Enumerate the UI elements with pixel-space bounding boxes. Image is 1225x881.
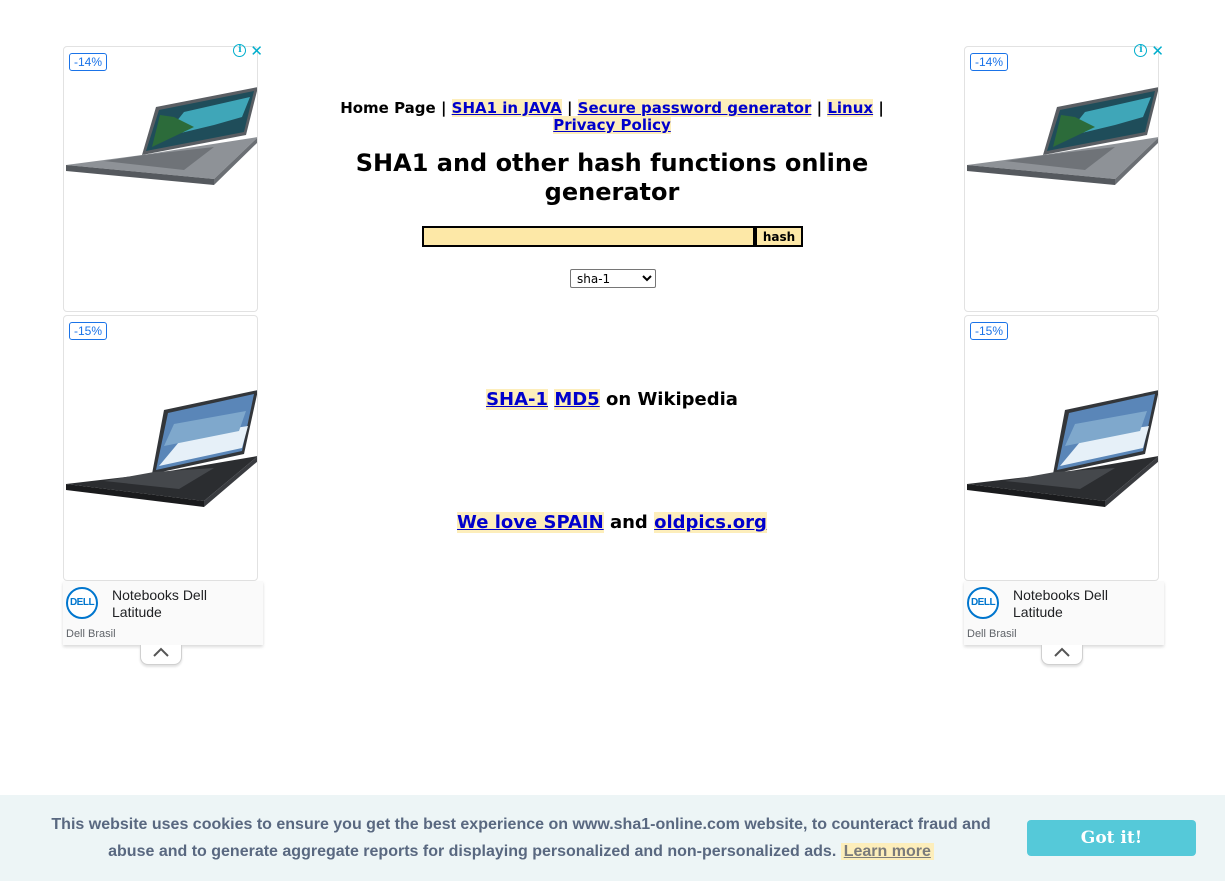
discount-badge: -15% bbox=[970, 322, 1009, 340]
close-icon[interactable]: ✕ bbox=[1151, 43, 1164, 58]
ad-title[interactable]: Notebooks Dell Latitude bbox=[112, 587, 242, 621]
discount-badge: -14% bbox=[970, 53, 1009, 71]
algorithm-select[interactable]: sha-1 bbox=[570, 269, 656, 288]
partner-links: We love SPAIN and oldpics.org bbox=[312, 512, 912, 533]
link-md5-wikipedia[interactable]: MD5 bbox=[554, 389, 600, 410]
nav-separator: | bbox=[566, 99, 573, 117]
info-icon[interactable]: i bbox=[233, 44, 247, 57]
chevron-up-icon bbox=[153, 647, 169, 657]
nav-link-linux[interactable]: Linux bbox=[827, 99, 874, 117]
laptop-image bbox=[967, 390, 1158, 507]
collapse-button[interactable] bbox=[1041, 645, 1083, 665]
discount-badge: -15% bbox=[69, 322, 108, 340]
info-icon[interactable]: i bbox=[1134, 44, 1148, 57]
cookie-consent-bar: This website uses cookies to ensure you … bbox=[0, 795, 1225, 881]
ad-brand: Dell Brasil bbox=[967, 628, 1017, 640]
chevron-up-icon bbox=[1054, 647, 1070, 657]
ad-product-card[interactable]: -15% bbox=[63, 315, 258, 581]
nav-separator: | bbox=[816, 99, 823, 117]
nav-separator: | bbox=[878, 99, 884, 117]
nav-separator: | bbox=[440, 99, 447, 117]
ad-column-left: i ✕ -14% -15% DELL Notebooks Dell Latitu… bbox=[63, 43, 263, 665]
wikipedia-links: SHA-1 MD5 on Wikipedia bbox=[312, 389, 912, 410]
link-we-love-spain[interactable]: We love SPAIN bbox=[457, 512, 604, 533]
hash-form: hash bbox=[422, 226, 803, 247]
close-icon[interactable]: ✕ bbox=[250, 43, 263, 58]
link-oldpics[interactable]: oldpics.org bbox=[654, 512, 767, 533]
hash-text-input[interactable] bbox=[422, 226, 755, 247]
ad-controls: i ✕ bbox=[233, 43, 263, 58]
ad-controls: i ✕ bbox=[1134, 43, 1164, 58]
dell-logo: DELL bbox=[967, 587, 999, 619]
link-sha1-wikipedia[interactable]: SHA-1 bbox=[486, 389, 549, 410]
nav-link-password-generator[interactable]: Secure password generator bbox=[577, 99, 812, 117]
cookie-message: This website uses cookies to ensure you … bbox=[40, 811, 1002, 865]
accept-cookies-button[interactable]: Got it! bbox=[1027, 820, 1196, 856]
dell-logo: DELL bbox=[66, 587, 98, 619]
laptop-image bbox=[66, 87, 257, 185]
advertiser-bar[interactable]: DELL Notebooks Dell Latitude Dell Brasil bbox=[964, 581, 1164, 665]
ad-product-card[interactable]: -14% bbox=[63, 46, 258, 312]
hash-button[interactable]: hash bbox=[755, 226, 803, 247]
laptop-image bbox=[967, 87, 1158, 185]
partner-connector: and bbox=[609, 512, 648, 533]
top-navigation: Home Page | SHA1 in JAVA | Secure passwo… bbox=[312, 99, 912, 134]
ad-brand: Dell Brasil bbox=[66, 628, 116, 640]
ad-title[interactable]: Notebooks Dell Latitude bbox=[1013, 587, 1143, 621]
ad-column-right: i ✕ -14% -15% DELL Notebooks Dell Latitu… bbox=[964, 43, 1164, 665]
ad-product-card[interactable]: -15% bbox=[964, 315, 1159, 581]
laptop-image bbox=[66, 390, 257, 507]
advertiser-bar[interactable]: DELL Notebooks Dell Latitude Dell Brasil bbox=[63, 581, 263, 665]
nav-link-sha1-java[interactable]: SHA1 in JAVA bbox=[451, 99, 562, 117]
collapse-button[interactable] bbox=[140, 645, 182, 665]
wikipedia-label: on Wikipedia bbox=[606, 389, 738, 410]
learn-more-link[interactable]: Learn more bbox=[840, 843, 934, 860]
nav-home[interactable]: Home Page bbox=[340, 99, 436, 117]
nav-link-privacy-policy[interactable]: Privacy Policy bbox=[553, 116, 671, 134]
discount-badge: -14% bbox=[69, 53, 108, 71]
page-title: SHA1 and other hash functions online gen… bbox=[355, 149, 869, 206]
ad-product-card[interactable]: -14% bbox=[964, 46, 1159, 312]
